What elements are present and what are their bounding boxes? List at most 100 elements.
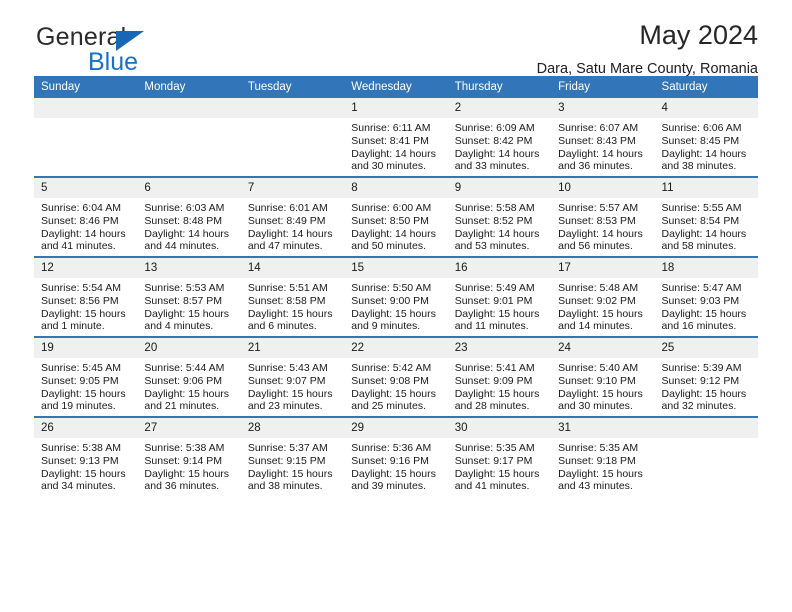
calendar-day-cell[interactable]: 30 Sunrise: 5:35 AM Sunset: 9:17 PM Dayligh… — [447, 416, 552, 496]
calendar-day-cell[interactable]: 25 Sunrise: 5:39 AM Sunset: 9:12 PM Dayligh… — [654, 336, 758, 417]
calendar-day-cell[interactable]: 16 Sunrise: 5:49 AM Sunset: 9:01 PM Dayligh… — [447, 256, 552, 337]
calendar-day-cell[interactable]: 4 Sunrise: 6:06 AM Sunset: 8:45 PM Daylight… — [654, 98, 758, 177]
daylight-text: Daylight: 15 hours and 21 minutes. — [144, 387, 230, 413]
calendar-day-cell[interactable]: 24 Sunrise: 5:40 AM Sunset: 9:10 PM Dayligh… — [551, 336, 655, 417]
sunset-text: Sunset: 9:16 PM — [351, 454, 429, 467]
weekday-header: Sunday Monday Tuesday Wednesday Thursday… — [34, 76, 758, 98]
sunrise-text: Sunrise: 5:47 AM — [661, 282, 742, 294]
calendar-day-cell[interactable]: 26 Sunrise: 5:38 AM Sunset: 9:13 PM Dayligh… — [34, 416, 138, 496]
sunset-text: Sunset: 9:15 PM — [247, 454, 326, 467]
day-number: 31 — [551, 418, 655, 438]
sunset-text: Sunset: 8:42 PM — [454, 134, 533, 147]
sunset-text: Sunset: 8:43 PM — [558, 134, 636, 147]
day-number: 13 — [137, 258, 241, 278]
calendar-day-cell[interactable]: 29 Sunrise: 5:36 AM Sunset: 9:16 PM Dayligh… — [344, 416, 448, 496]
calendar-day-cell[interactable]: 28 Sunrise: 5:37 AM Sunset: 9:15 PM Dayligh… — [240, 416, 345, 496]
day-details: Sunrise: 6:00 AM Sunset: 8:50 PM Daylight:… — [344, 198, 447, 253]
day-number: 7 — [240, 178, 345, 198]
calendar-day-cell[interactable]: 14 Sunrise: 5:51 AM Sunset: 8:58 PM Dayligh… — [240, 256, 345, 337]
calendar-day-cell[interactable]: 11 Sunrise: 5:55 AM Sunset: 8:54 PM Dayligh… — [654, 176, 758, 257]
sunrise-text: Sunrise: 5:36 AM — [351, 442, 432, 454]
day-number: 3 — [551, 98, 655, 118]
day-details: Sunrise: 5:43 AM Sunset: 9:07 PM Daylight:… — [241, 358, 344, 413]
weekday-tuesday: Tuesday — [240, 76, 345, 98]
weekday-sunday: Sunday — [34, 76, 138, 98]
calendar-week-row: 26 Sunrise: 5:38 AM Sunset: 9:13 PM Dayligh… — [34, 416, 758, 496]
sunset-text: Sunset: 9:10 PM — [558, 374, 636, 387]
day-number: 5 — [34, 178, 138, 198]
page-header: General Blue May 2024 Dara, Satu Mare Co… — [34, 0, 758, 78]
calendar-week-row: 1 Sunrise: 6:11 AM Sunset: 8:41 PM Daylight… — [34, 98, 758, 177]
sunset-text: Sunset: 9:13 PM — [41, 454, 119, 467]
day-number: 11 — [654, 178, 758, 198]
calendar-day-cell[interactable]: 2 Sunrise: 6:09 AM Sunset: 8:42 PM Daylight… — [447, 98, 552, 177]
calendar-day-cell[interactable]: 17 Sunrise: 5:48 AM Sunset: 9:02 PM Dayligh… — [551, 256, 655, 337]
daylight-text: Daylight: 15 hours and 32 minutes. — [661, 387, 747, 413]
sunrise-text: Sunrise: 5:48 AM — [558, 282, 639, 294]
sunrise-text: Sunrise: 5:49 AM — [454, 282, 535, 294]
sunset-text: Sunset: 9:01 PM — [454, 294, 533, 307]
calendar-day-cell[interactable]: 23 Sunrise: 5:41 AM Sunset: 9:09 PM Dayligh… — [447, 336, 552, 417]
daylight-text: Daylight: 14 hours and 30 minutes. — [351, 147, 436, 173]
weekday-thursday: Thursday — [447, 76, 552, 98]
calendar-day-cell[interactable]: 18 Sunrise: 5:47 AM Sunset: 9:03 PM Dayligh… — [654, 256, 758, 337]
sunset-text: Sunset: 8:49 PM — [247, 214, 326, 227]
daylight-text: Daylight: 15 hours and 23 minutes. — [247, 387, 333, 413]
sunset-text: Sunset: 9:09 PM — [454, 374, 533, 387]
calendar-day-cell[interactable]: 15 Sunrise: 5:50 AM Sunset: 9:00 PM Dayligh… — [344, 256, 448, 337]
sunrise-text: Sunrise: 6:07 AM — [558, 122, 639, 134]
sunrise-text: Sunrise: 6:11 AM — [351, 122, 431, 134]
calendar-day-cell[interactable]: 8 Sunrise: 6:00 AM Sunset: 8:50 PM Daylight… — [344, 176, 448, 257]
calendar-day-cell[interactable]: 6 Sunrise: 6:03 AM Sunset: 8:48 PM Daylight… — [137, 176, 241, 257]
day-details: Sunrise: 6:07 AM Sunset: 8:43 PM Daylight:… — [551, 118, 654, 173]
daylight-text: Daylight: 15 hours and 41 minutes. — [454, 467, 540, 493]
calendar-day-cell[interactable]: 21 Sunrise: 5:43 AM Sunset: 9:07 PM Dayligh… — [240, 336, 345, 417]
sunset-text: Sunset: 8:45 PM — [661, 134, 740, 147]
sunset-text: Sunset: 9:05 PM — [41, 374, 119, 387]
calendar-day-cell[interactable]: 1 Sunrise: 6:11 AM Sunset: 8:41 PM Daylight… — [344, 98, 448, 177]
sunset-text: Sunset: 8:52 PM — [454, 214, 533, 227]
daylight-text: Daylight: 15 hours and 19 minutes. — [41, 387, 126, 413]
day-number — [137, 98, 241, 118]
sunrise-text: Sunrise: 5:37 AM — [247, 442, 328, 454]
calendar-day-cell[interactable]: 12 Sunrise: 5:54 AM Sunset: 8:56 PM Dayligh… — [34, 256, 138, 337]
calendar-day-cell[interactable]: 3 Sunrise: 6:07 AM Sunset: 8:43 PM Daylight… — [551, 98, 655, 177]
sunset-text: Sunset: 9:03 PM — [661, 294, 740, 307]
sunset-text: Sunset: 9:00 PM — [351, 294, 429, 307]
calendar-day-cell[interactable]: 31 Sunrise: 5:35 AM Sunset: 9:18 PM Dayligh… — [551, 416, 655, 496]
sunset-text: Sunset: 8:57 PM — [144, 294, 223, 307]
calendar-week-row: 12 Sunrise: 5:54 AM Sunset: 8:56 PM Dayligh… — [34, 256, 758, 337]
sunset-text: Sunset: 8:58 PM — [247, 294, 326, 307]
sunset-text: Sunset: 8:48 PM — [144, 214, 223, 227]
title-block: May 2024 Dara, Satu Mare County, Romania — [537, 18, 758, 78]
day-details: Sunrise: 5:40 AM Sunset: 9:10 PM Daylight:… — [551, 358, 654, 413]
weekday-saturday: Saturday — [654, 76, 758, 98]
calendar-day-cell[interactable]: 13 Sunrise: 5:53 AM Sunset: 8:57 PM Dayligh… — [137, 256, 241, 337]
day-details: Sunrise: 5:44 AM Sunset: 9:06 PM Daylight:… — [137, 358, 240, 413]
calendar-day-cell[interactable]: 10 Sunrise: 5:57 AM Sunset: 8:53 PM Dayligh… — [551, 176, 655, 257]
sunrise-text: Sunrise: 5:45 AM — [41, 362, 121, 374]
sunrise-text: Sunrise: 5:53 AM — [144, 282, 225, 294]
calendar-day-cell[interactable]: 19 Sunrise: 5:45 AM Sunset: 9:05 PM Dayligh… — [34, 336, 138, 417]
sunrise-text: Sunrise: 5:35 AM — [454, 442, 535, 454]
day-number: 22 — [344, 338, 448, 358]
day-details: Sunrise: 5:55 AM Sunset: 8:54 PM Daylight:… — [655, 198, 758, 253]
calendar-page: General Blue May 2024 Dara, Satu Mare Co… — [0, 0, 792, 612]
calendar-day-cell[interactable]: 20 Sunrise: 5:44 AM Sunset: 9:06 PM Dayligh… — [137, 336, 241, 417]
day-number: 9 — [447, 178, 552, 198]
sunrise-text: Sunrise: 5:57 AM — [558, 202, 639, 214]
day-number: 27 — [137, 418, 241, 438]
calendar-day-cell[interactable]: 9 Sunrise: 5:58 AM Sunset: 8:52 PM Daylight… — [447, 176, 552, 257]
day-number: 12 — [34, 258, 138, 278]
day-details: Sunrise: 5:38 AM Sunset: 9:13 PM Daylight:… — [34, 438, 137, 493]
page-subtitle: Dara, Satu Mare County, Romania — [536, 61, 758, 77]
sunrise-sunset-calendar: Sunday Monday Tuesday Wednesday Thursday… — [34, 76, 758, 496]
general-blue-logo[interactable]: General Blue — [34, 22, 294, 76]
calendar-day-cell[interactable]: 5 Sunrise: 6:04 AM Sunset: 8:46 PM Daylight… — [34, 176, 138, 257]
calendar-day-cell[interactable]: 27 Sunrise: 5:38 AM Sunset: 9:14 PM Dayligh… — [137, 416, 241, 496]
calendar-day-cell[interactable]: 22 Sunrise: 5:42 AM Sunset: 9:08 PM Dayligh… — [344, 336, 448, 417]
day-details: Sunrise: 6:09 AM Sunset: 8:42 PM Daylight:… — [448, 118, 551, 173]
calendar-day-cell[interactable]: 7 Sunrise: 6:01 AM Sunset: 8:49 PM Daylight… — [240, 176, 345, 257]
day-number: 23 — [447, 338, 552, 358]
daylight-text: Daylight: 14 hours and 47 minutes. — [247, 227, 333, 253]
